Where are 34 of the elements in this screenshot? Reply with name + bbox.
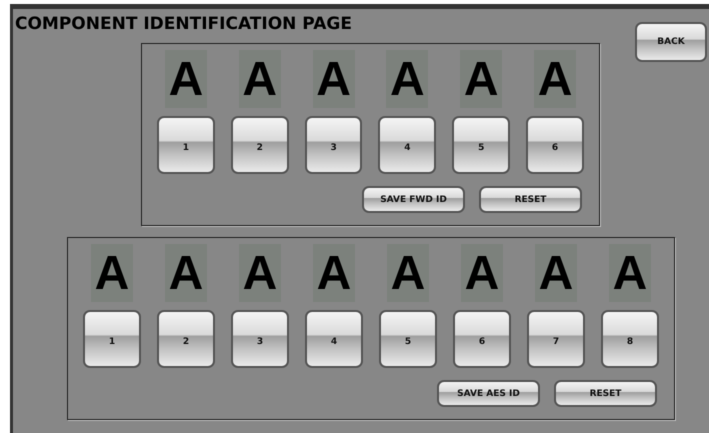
action-button[interactable]: RESET	[554, 380, 657, 407]
component-letter: A	[461, 244, 503, 302]
component-letter: A	[164, 50, 207, 108]
component-letter: A	[386, 50, 428, 108]
component-letter: A	[91, 244, 133, 302]
action-button[interactable]: RESET	[479, 186, 582, 213]
position-button[interactable]: 2	[157, 310, 215, 368]
position-button[interactable]: 5	[379, 310, 437, 368]
back-button[interactable]: BACK	[635, 22, 707, 62]
position-button[interactable]: 5	[452, 116, 510, 174]
action-button[interactable]: SAVE FWD ID	[362, 186, 465, 213]
component-letter: A	[165, 244, 207, 302]
position-button[interactable]: 8	[601, 310, 659, 368]
component-letter: A	[460, 50, 502, 108]
component-letter: A	[534, 50, 576, 108]
component-letter: A	[239, 244, 281, 302]
component-letter: A	[387, 244, 429, 302]
component-letter: A	[312, 50, 355, 108]
position-button[interactable]: 2	[230, 116, 289, 174]
position-button[interactable]: 6	[453, 310, 511, 368]
component-letter: A	[535, 244, 577, 302]
position-button[interactable]: 4	[378, 116, 436, 174]
action-button[interactable]: SAVE AES ID	[437, 380, 540, 407]
page-title: COMPONENT IDENTIFICATION PAGE	[15, 14, 352, 34]
position-button[interactable]: 1	[157, 116, 215, 174]
position-button[interactable]: 4	[305, 310, 363, 368]
position-button[interactable]: 7	[527, 310, 585, 368]
position-button[interactable]: 1	[83, 310, 141, 368]
position-button[interactable]: 6	[526, 116, 584, 174]
position-button[interactable]: 3	[231, 310, 289, 368]
component-letter: A	[238, 50, 281, 108]
position-button[interactable]: 3	[304, 116, 362, 174]
component-letter: A	[609, 244, 651, 302]
component-letter: A	[313, 244, 355, 302]
